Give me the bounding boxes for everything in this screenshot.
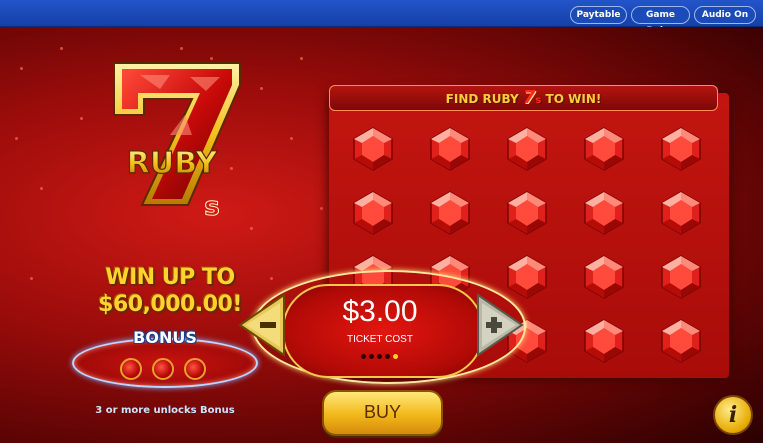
logo-suffix: s: [204, 192, 219, 222]
ticket-level-dot: [361, 354, 366, 359]
decrease-ticket-button[interactable]: [236, 291, 288, 359]
board-title-right: TO WIN!: [545, 92, 602, 106]
ticket-level-dot: [385, 354, 390, 359]
ruby-gem-icon[interactable]: [504, 190, 550, 236]
ruby-gem-icon[interactable]: [658, 254, 704, 300]
ruby-gem-icon[interactable]: [504, 126, 550, 172]
ruby-gem-icon[interactable]: [427, 190, 473, 236]
ruby-7s-logo: RUBY s: [113, 62, 241, 223]
sparkle: [270, 277, 273, 280]
bonus-slot-icon: [120, 358, 142, 380]
ruby-gem-icon[interactable]: [350, 190, 396, 236]
ticket-price: $3.00: [342, 295, 418, 328]
ruby-gem-icon[interactable]: [350, 126, 396, 172]
sparkle: [15, 137, 18, 140]
ticket-level-dot: [393, 354, 398, 359]
ruby-gem-icon[interactable]: [581, 254, 627, 300]
ruby-gem-icon[interactable]: [658, 318, 704, 364]
board-title-digit: 7: [522, 87, 536, 108]
sparkle: [40, 187, 43, 190]
ruby-gem-icon[interactable]: [581, 190, 627, 236]
board-title: FIND RUBY 7s TO WIN!: [329, 85, 718, 111]
sparkle: [260, 87, 263, 90]
game-rules-button[interactable]: Game Rules: [631, 6, 690, 36]
buy-button[interactable]: BUY: [322, 390, 443, 436]
ticket-level-dot: [369, 354, 374, 359]
bonus-note: 3 or more unlocks Bonus: [95, 405, 235, 416]
logo-word: RUBY: [127, 146, 219, 181]
sparkle: [250, 227, 253, 230]
bonus-label: BONUS: [133, 328, 197, 347]
bonus-slot-icon: [184, 358, 206, 380]
board-title-suffix: s: [535, 95, 542, 106]
bonus-slot-icon: [152, 358, 174, 380]
sparkle: [80, 117, 83, 120]
sparkle: [290, 137, 293, 140]
audio-toggle-button[interactable]: Audio On: [694, 6, 756, 24]
sparkle: [180, 47, 183, 50]
ruby-gem-icon[interactable]: [581, 126, 627, 172]
sparkle: [20, 67, 23, 70]
top-bar: Paytable Game Rules Audio On: [0, 0, 763, 36]
paytable-button[interactable]: Paytable: [570, 6, 627, 24]
info-button[interactable]: i: [713, 395, 753, 435]
sparkle: [320, 207, 323, 210]
ticket-level-dot: [377, 354, 382, 359]
ticket-cost-label: TICKET COST: [347, 334, 413, 345]
board-title-left: FIND RUBY: [445, 92, 519, 106]
ruby-gem-icon[interactable]: [581, 318, 627, 364]
increase-ticket-button[interactable]: [474, 291, 526, 359]
ruby-gem-icon[interactable]: [658, 190, 704, 236]
sparkle: [60, 47, 63, 50]
ruby-gem-icon[interactable]: [658, 126, 704, 172]
promo-line-1: WIN UP TO: [105, 265, 235, 290]
minus-icon: [260, 322, 276, 328]
sparkle: [300, 57, 303, 60]
sparkle: [30, 277, 33, 280]
ruby-gem-icon[interactable]: [427, 126, 473, 172]
ticket-level-dots: [361, 354, 401, 360]
